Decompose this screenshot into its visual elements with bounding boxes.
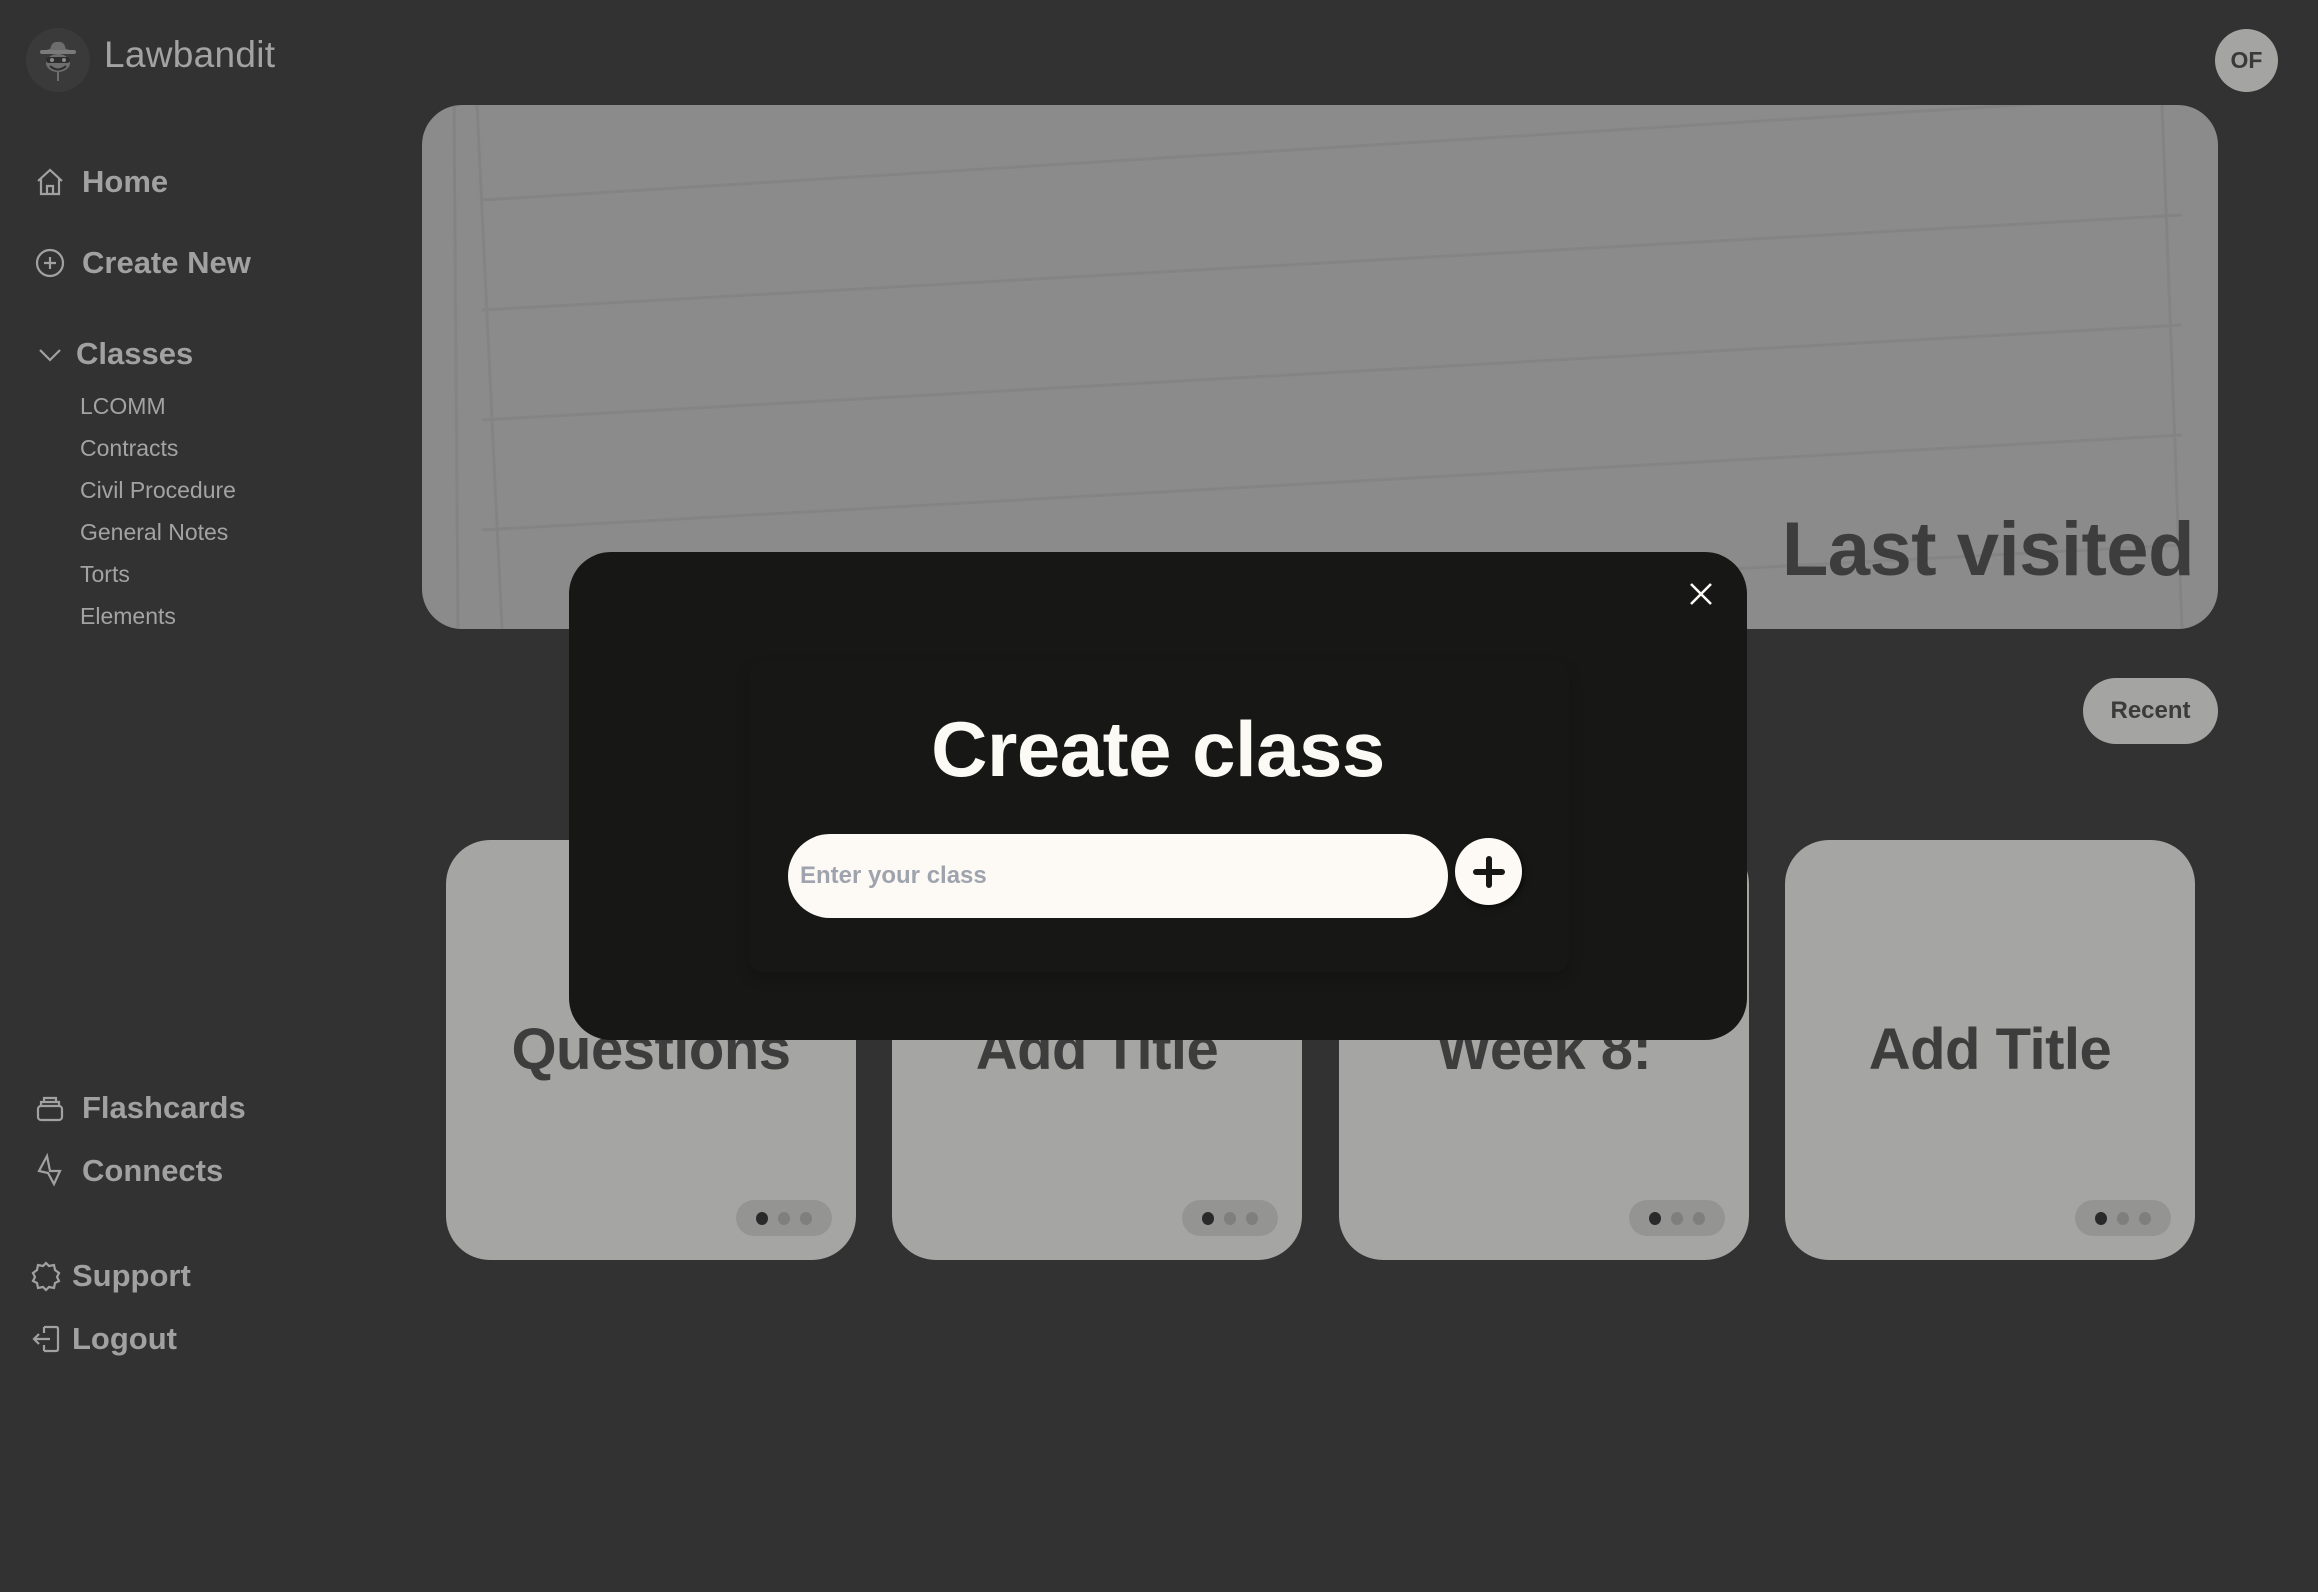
hero-title: Last visited — [1781, 507, 2195, 592]
logout-icon — [28, 1321, 64, 1357]
page-dot[interactable] — [756, 1211, 768, 1225]
page-dot[interactable] — [2139, 1211, 2151, 1225]
plus-icon — [1472, 855, 1505, 888]
modal-title: Create class — [931, 705, 1385, 793]
sidebar-class-item[interactable]: Contracts — [80, 435, 178, 462]
sidebar-item-support[interactable]: Support — [28, 1258, 191, 1294]
sidebar-class-item[interactable]: Torts — [80, 561, 130, 588]
note-card[interactable]: Add Title — [1785, 840, 2195, 1260]
sidebar-item-label: Support — [72, 1258, 191, 1293]
page-dot[interactable] — [1246, 1211, 1258, 1225]
class-name-input[interactable] — [788, 834, 1448, 918]
page-dot[interactable] — [778, 1211, 790, 1225]
sidebar-class-item[interactable]: Civil Procedure — [80, 477, 236, 504]
create-class-modal: Create class — [569, 552, 1747, 1040]
card-stack-icon — [32, 1090, 68, 1126]
card-pagination-dots[interactable] — [1182, 1200, 1278, 1236]
sidebar-item-label: Classes — [76, 336, 194, 371]
card-pagination-dots[interactable] — [736, 1200, 832, 1236]
close-icon[interactable] — [1685, 578, 1717, 610]
card-pagination-dots[interactable] — [1629, 1200, 1725, 1236]
sidebar-item-create-new[interactable]: Create New — [32, 245, 251, 281]
sidebar-classes-toggle[interactable]: Classes — [32, 336, 193, 372]
chevron-down-icon — [32, 336, 68, 372]
page-dot[interactable] — [1202, 1211, 1214, 1225]
page-dot[interactable] — [2117, 1211, 2129, 1225]
home-icon — [32, 164, 68, 200]
user-avatar[interactable]: OF — [2215, 29, 2278, 92]
last-visited-hero[interactable]: Last visited — [422, 105, 2218, 629]
page-dot[interactable] — [2095, 1211, 2107, 1225]
card-pagination-dots[interactable] — [2075, 1200, 2171, 1236]
add-class-button[interactable] — [1455, 838, 1522, 905]
brand-name: Lawbandit — [104, 34, 276, 75]
sidebar-class-item[interactable]: Elements — [80, 603, 176, 630]
sidebar-item-label: Flashcards — [82, 1090, 246, 1125]
sidebar-item-logout[interactable]: Logout — [28, 1321, 177, 1357]
sidebar-item-label: Connects — [82, 1153, 224, 1188]
sidebar-item-home[interactable]: Home — [32, 164, 168, 200]
sidebar-class-item[interactable]: General Notes — [80, 519, 228, 546]
page-dot[interactable] — [1671, 1211, 1683, 1225]
page-dot[interactable] — [1224, 1211, 1236, 1225]
bandit-logo-icon — [26, 28, 90, 92]
page-dot[interactable] — [800, 1211, 812, 1225]
support-badge-icon — [28, 1258, 64, 1294]
sidebar-class-item[interactable]: LCOMM — [80, 393, 166, 420]
sidebar-item-connects[interactable]: Connects — [32, 1153, 223, 1189]
recent-filter-button[interactable]: Recent — [2083, 678, 2218, 744]
sidebar-item-flashcards[interactable]: Flashcards — [32, 1090, 246, 1126]
sidebar-item-label: Home — [82, 164, 169, 199]
connects-icon — [32, 1153, 68, 1189]
card-title: Add Title — [1868, 1017, 2112, 1082]
sidebar-item-label: Create New — [82, 245, 251, 280]
plus-circle-icon — [32, 245, 68, 281]
page-dot[interactable] — [1649, 1211, 1661, 1225]
sidebar-item-label: Logout — [72, 1321, 178, 1356]
page-dot[interactable] — [1693, 1211, 1705, 1225]
